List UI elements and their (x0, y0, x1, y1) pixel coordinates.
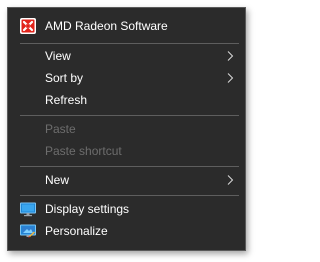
personalize-icon (20, 223, 36, 239)
menu-item-label: Personalize (45, 224, 108, 238)
menu-item-amd-radeon-software[interactable]: AMD Radeon Software (8, 15, 245, 37)
chevron-right-icon (227, 73, 234, 83)
menu-item-paste-shortcut[interactable]: Paste shortcut (8, 140, 245, 162)
chevron-right-icon (227, 51, 234, 61)
menu-item-refresh[interactable]: Refresh (8, 89, 245, 111)
menu-item-view[interactable]: View (8, 45, 245, 67)
menu-separator (20, 43, 239, 44)
menu-separator (20, 166, 239, 167)
menu-item-label: AMD Radeon Software (45, 19, 168, 33)
menu-item-new[interactable]: New (8, 169, 245, 191)
menu-item-label: View (45, 49, 71, 63)
amd-radeon-icon (20, 18, 36, 34)
menu-item-personalize[interactable]: Personalize (8, 220, 245, 242)
menu-separator (20, 115, 239, 116)
menu-item-label: Paste shortcut (45, 144, 122, 158)
menu-item-display-settings[interactable]: Display settings (8, 198, 245, 220)
menu-separator (20, 195, 239, 196)
menu-item-paste[interactable]: Paste (8, 118, 245, 140)
menu-item-sort-by[interactable]: Sort by (8, 67, 245, 89)
menu-item-label: Refresh (45, 93, 88, 107)
menu-item-label: Paste (45, 122, 76, 136)
menu-item-label: New (45, 173, 70, 187)
chevron-right-icon (227, 175, 234, 185)
desktop-context-menu: AMD Radeon Software View Sort by Refresh… (7, 7, 246, 251)
menu-item-label: Sort by (45, 71, 84, 85)
display-settings-icon (20, 201, 36, 217)
menu-item-label: Display settings (45, 202, 130, 216)
